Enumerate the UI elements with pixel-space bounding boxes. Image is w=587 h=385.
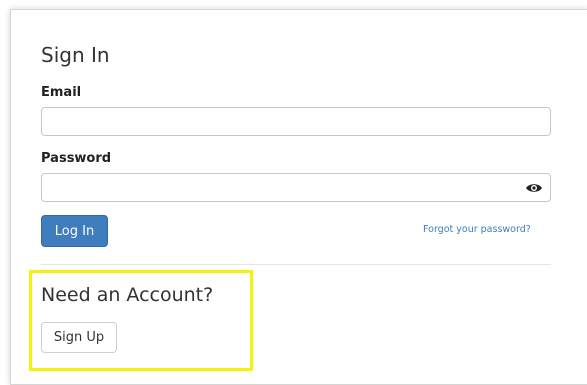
log-in-button[interactable]: Log In <box>41 215 108 247</box>
email-label: Email <box>41 85 82 100</box>
section-divider <box>41 264 551 265</box>
password-field[interactable] <box>41 173 551 202</box>
sign-in-title: Sign In <box>41 43 110 67</box>
sign-in-card: Sign In Email Password Log In Forgot you… <box>10 9 587 385</box>
need-account-title: Need an Account? <box>41 284 214 306</box>
email-field[interactable] <box>41 107 551 136</box>
eye-icon[interactable] <box>525 180 543 194</box>
password-label: Password <box>41 151 112 166</box>
forgot-password-link[interactable]: Forgot your password? <box>423 224 531 235</box>
sign-up-button[interactable]: Sign Up <box>41 322 117 353</box>
